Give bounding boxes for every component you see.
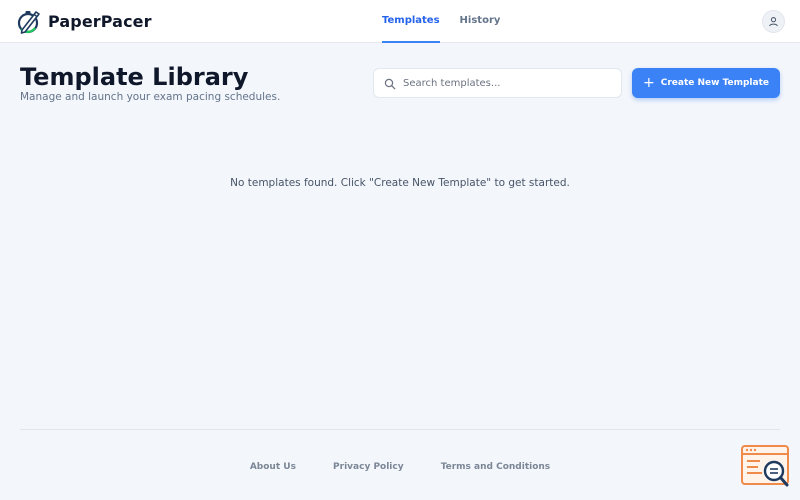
create-template-label: Create New Template — [660, 78, 769, 88]
search-box[interactable] — [373, 68, 622, 98]
app-name: PaperPacer — [48, 11, 152, 31]
brand[interactable]: PaperPacer — [16, 8, 152, 34]
user-icon — [769, 17, 778, 27]
empty-state-message: No templates found. Click "Create New Te… — [230, 177, 570, 189]
create-template-button[interactable]: + Create New Template — [632, 68, 780, 98]
stopwatch-pencil-logo-icon — [17, 11, 40, 34]
plus-icon: + — [642, 75, 655, 91]
search-icon — [384, 78, 396, 90]
browser-search-widget-icon[interactable] — [740, 444, 792, 490]
top-navbar: PaperPacer Templates History — [0, 0, 800, 43]
footer: About Us Privacy Policy Terms and Condit… — [0, 454, 800, 473]
footer-link-about[interactable]: About Us — [250, 462, 296, 472]
page-title: Template Library — [20, 63, 249, 91]
tab-history[interactable]: History — [460, 0, 501, 43]
page: PaperPacer Templates History Template Li… — [0, 0, 800, 500]
page-subtitle: Manage and launch your exam pacing sched… — [20, 91, 281, 103]
page-header: Template Library Manage and launch your … — [20, 63, 280, 103]
search-input[interactable] — [403, 69, 613, 97]
footer-link-terms[interactable]: Terms and Conditions — [441, 462, 550, 472]
main-nav: Templates History — [382, 0, 520, 43]
user-menu-button[interactable] — [762, 10, 785, 33]
footer-link-privacy[interactable]: Privacy Policy — [333, 462, 404, 472]
tab-templates[interactable]: Templates — [382, 0, 440, 43]
footer-divider — [20, 429, 780, 430]
